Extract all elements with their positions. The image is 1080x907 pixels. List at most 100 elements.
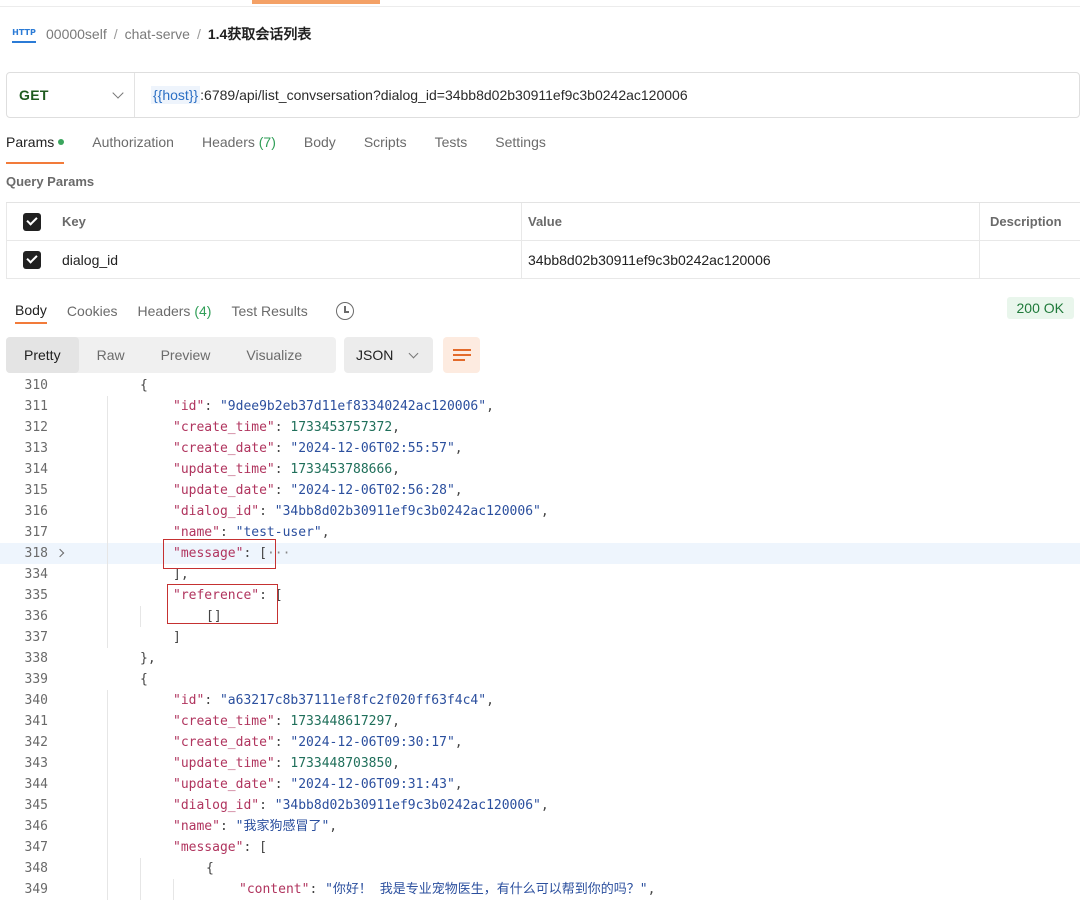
code-text: "update_time": 1733448703850, [173, 756, 400, 771]
view-pretty-button[interactable]: Pretty [6, 337, 79, 373]
code-line: 340 "id": "a63217c8b37111ef8fc2f020ff63f4… [0, 690, 1080, 711]
code-text: { [206, 861, 214, 876]
indent-guide [107, 438, 108, 459]
line-number: 313 [24, 441, 48, 456]
tab-settings[interactable]: Settings [495, 134, 546, 164]
breadcrumb-request-name[interactable]: 1.4获取会话列表 [208, 24, 311, 44]
param-value-input[interactable]: 34bb8d02b30911ef9c3b0242ac120006 [522, 241, 980, 278]
code-line: 344 "update_date": "2024-12-06T09:31:43", [0, 774, 1080, 795]
param-key-input[interactable]: dialog_id [56, 241, 522, 278]
view-preview-button[interactable]: Preview [143, 337, 229, 373]
indent-guide [107, 543, 108, 564]
view-raw-button[interactable]: Raw [79, 337, 143, 373]
indent-guide [107, 501, 108, 522]
code-text: "update_date": "2024-12-06T09:31:43", [173, 777, 463, 792]
select-all-checkbox[interactable] [22, 212, 41, 231]
code-line: 341 "create_time": 1733448617297, [0, 711, 1080, 732]
code-line: 337] [0, 627, 1080, 648]
tab-settings-label: Settings [495, 134, 546, 150]
tab-headers[interactable]: Headers (7) [202, 134, 276, 164]
annotation-box-reference [167, 584, 278, 624]
status-badge: 200 OK [1006, 297, 1074, 319]
tab-scripts[interactable]: Scripts [364, 134, 407, 164]
indent-guide [140, 879, 141, 900]
indent-guide [107, 858, 108, 879]
line-number: 347 [24, 840, 48, 855]
tab-test-results[interactable]: Test Results [231, 303, 307, 323]
code-line: 342 "create_date": "2024-12-06T09:30:17", [0, 732, 1080, 753]
code-text: "create_time": 1733448617297, [173, 714, 400, 729]
code-line: 336[] [0, 606, 1080, 627]
param-description-input[interactable] [980, 241, 1080, 278]
code-line: 313 "create_date": "2024-12-06T02:55:57", [0, 438, 1080, 459]
wrap-icon-line [452, 354, 471, 356]
code-text: "update_date": "2024-12-06T02:56:28", [173, 483, 463, 498]
param-enabled-checkbox[interactable] [22, 250, 41, 269]
tab-headers-label: Headers [201, 134, 255, 150]
code-line: 314 "update_time": 1733453788666, [0, 459, 1080, 480]
indent-guide [107, 879, 108, 900]
http-request-icon: HTTP [12, 25, 36, 43]
headers-count: (7) [258, 134, 276, 150]
indent-guide [107, 774, 108, 795]
view-visualize-button[interactable]: Visualize [228, 337, 320, 373]
response-tabs: Body Cookies Headers (4) Test Results [15, 298, 354, 328]
wrap-lines-button[interactable] [443, 337, 480, 373]
url-path: :6789/api/list_convsersation?dialog_id=3… [200, 87, 688, 103]
tab-bar-divider [0, 6, 1080, 7]
indent-guide [107, 795, 108, 816]
tab-tests[interactable]: Tests [435, 134, 468, 164]
query-params-table: Key Value Description dialog_id 34bb8d02… [6, 202, 1080, 279]
code-line: 312 "create_time": 1733453757372, [0, 417, 1080, 438]
code-line: 348 { [0, 858, 1080, 879]
wrap-icon-line [452, 359, 465, 361]
chevron-right-icon[interactable] [55, 548, 65, 558]
tab-response-headers[interactable]: Headers (4) [138, 303, 212, 323]
breadcrumb: HTTP 00000self / chat-serve / 1.4获取会话列表 [12, 22, 311, 46]
code-text: "dialog_id": "34bb8d02b30911ef9c3b0242ac… [173, 504, 549, 519]
indent-guide [140, 858, 141, 879]
format-select[interactable]: JSON [344, 337, 433, 373]
line-number: 338 [24, 651, 48, 666]
code-line: 318 "message": [··· [0, 543, 1080, 564]
line-number: 343 [24, 756, 48, 771]
breadcrumb-workspace[interactable]: 00000self [46, 26, 107, 42]
tab-params[interactable]: Params [6, 134, 65, 164]
wrap-icon-line [452, 349, 471, 351]
tab-cookies[interactable]: Cookies [67, 303, 118, 323]
tab-authorization[interactable]: Authorization [92, 134, 174, 164]
code-line: 317 "name": "test-user", [0, 522, 1080, 543]
code-line: 310 { [0, 375, 1080, 396]
indent-guide [173, 879, 174, 900]
column-key: Key [56, 203, 522, 240]
code-text: }, [140, 651, 156, 666]
tab-authorization-label: Authorization [92, 134, 174, 150]
tab-response-body[interactable]: Body [15, 302, 47, 324]
code-line: 347 "message": [ [0, 837, 1080, 858]
line-number: 317 [24, 525, 48, 540]
tab-body[interactable]: Body [304, 134, 336, 164]
code-text: { [140, 672, 148, 687]
indent-guide [107, 564, 108, 585]
view-mode-toggle: Pretty Raw Preview Visualize [6, 337, 336, 373]
history-icon[interactable] [335, 302, 354, 320]
indent-guide [107, 711, 108, 732]
code-text: "dialog_id": "34bb8d02b30911ef9c3b0242ac… [173, 798, 549, 813]
code-text: "update_time": 1733453788666, [173, 462, 400, 477]
line-number: 312 [24, 420, 48, 435]
breadcrumb-collection[interactable]: chat-serve [125, 26, 190, 42]
line-number: 318 [24, 546, 48, 561]
response-code-viewer[interactable]: 310 {311 "id": "9dee9b2eb37d11ef83340242ac… [0, 375, 1080, 907]
chevron-down-icon [408, 348, 419, 358]
line-number: 316 [24, 504, 48, 519]
indent-guide [107, 585, 108, 606]
line-number: 335 [24, 588, 48, 603]
url-variable: {{host}} [151, 86, 201, 104]
code-line: 316 "dialog_id": "34bb8d02b30911ef9c3b024… [0, 501, 1080, 522]
column-description: Description [990, 214, 1062, 229]
indent-guide [107, 837, 108, 858]
method-select[interactable]: GET [7, 73, 135, 117]
code-text: "message": [ [173, 840, 267, 855]
url-input[interactable]: {{host}}:6789/api/list_convsersation?dia… [135, 86, 688, 104]
code-text: "name": "我家狗感冒了", [173, 819, 338, 834]
